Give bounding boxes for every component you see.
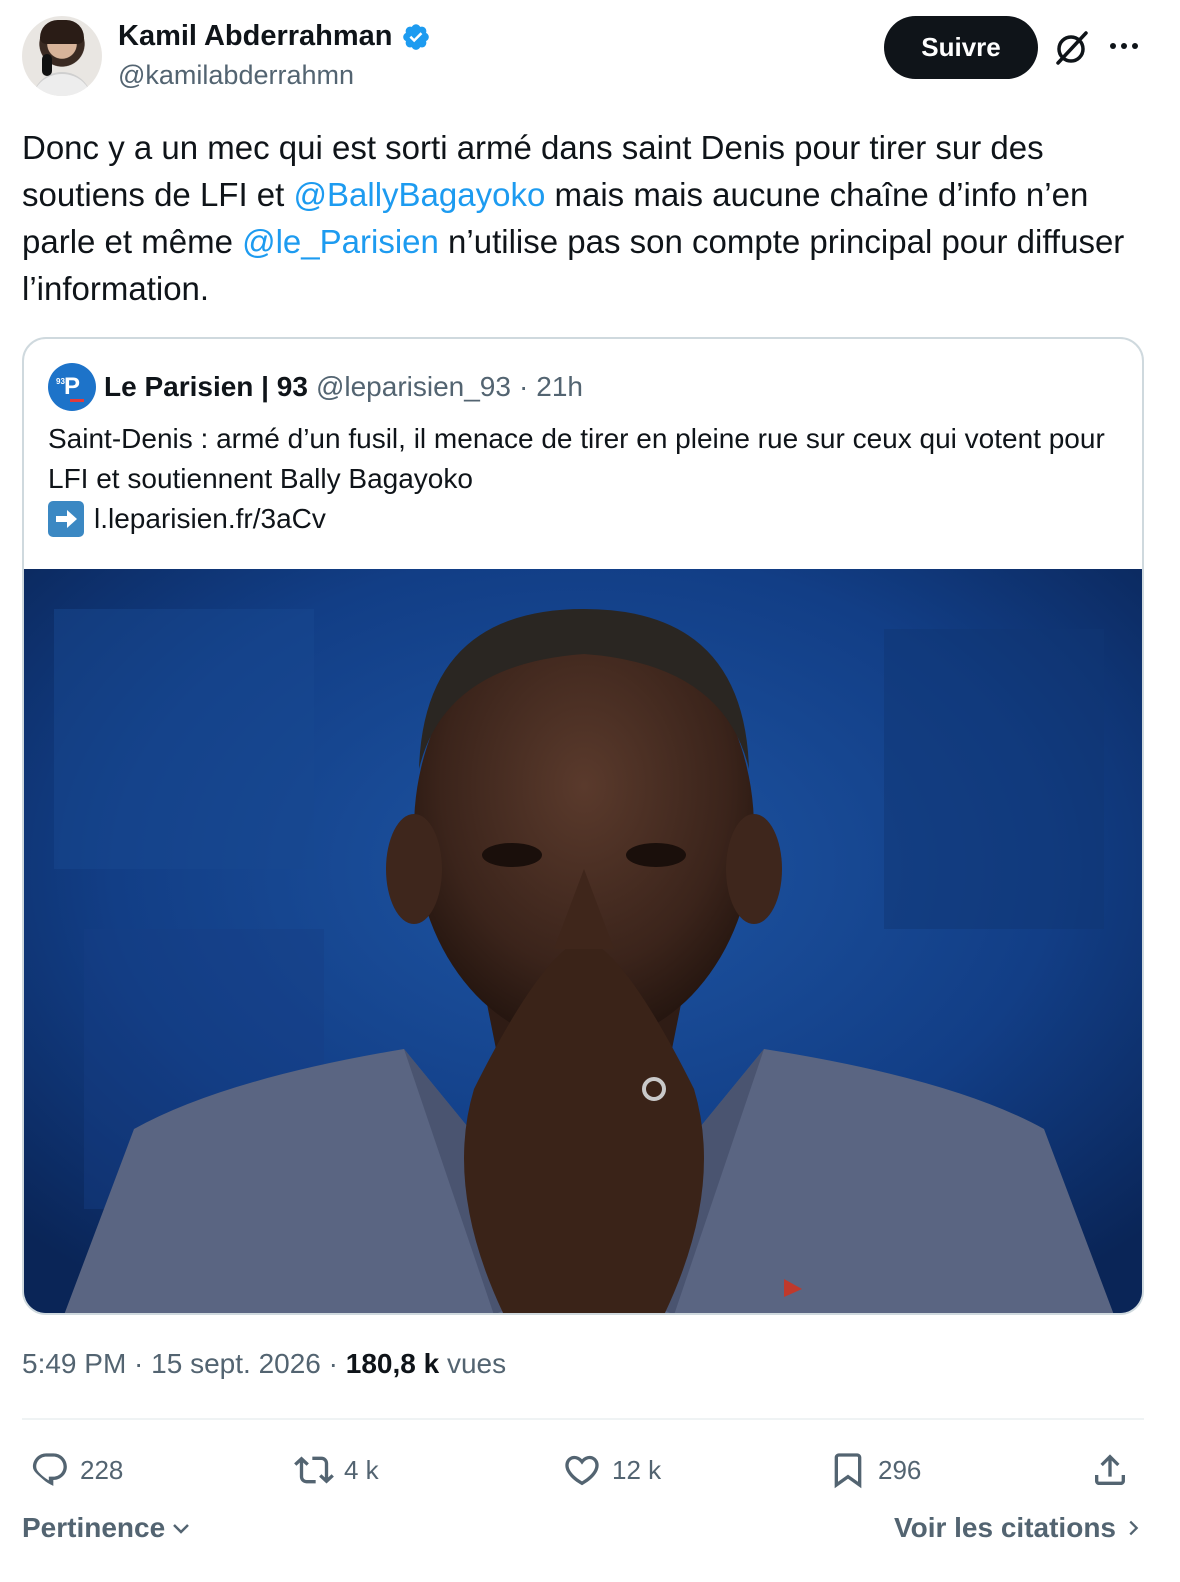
quoted-tweet-text: Saint-Denis : armé d’un fusil, il menace… <box>48 419 1108 539</box>
views-count: 180,8 k <box>345 1348 440 1379</box>
quoted-tweet-time[interactable]: 21h <box>536 371 583 403</box>
verified-badge-icon <box>401 22 431 52</box>
divider <box>22 1418 1144 1420</box>
sort-dropdown[interactable]: Pertinence <box>22 1512 193 1544</box>
bookmark-count: 296 <box>878 1454 922 1485</box>
separator-dot: · <box>126 1348 152 1379</box>
mention-link[interactable]: @le_Parisien <box>242 223 439 260</box>
reply-button[interactable]: 228 <box>30 1444 123 1496</box>
chevron-right-icon <box>1129 1520 1139 1536</box>
bookmark-button[interactable]: 296 <box>828 1444 921 1496</box>
reply-count: 228 <box>80 1454 124 1485</box>
grok-icon[interactable] <box>1052 28 1092 68</box>
share-icon <box>1095 1454 1125 1485</box>
view-quotes-label: Voir les citations <box>894 1512 1116 1543</box>
quoted-tweet-header: 93 P Le Parisien | 93 @leparisien_93 · 2… <box>48 363 583 411</box>
quoted-tweet-image[interactable] <box>24 569 1142 1313</box>
like-count: 12 k <box>612 1454 662 1485</box>
repost-count: 4 k <box>344 1454 379 1485</box>
heart-icon <box>565 1455 599 1486</box>
author-avatar[interactable] <box>22 16 102 96</box>
like-button[interactable]: 12 k <box>562 1444 661 1496</box>
views-label: vues <box>439 1348 507 1379</box>
avatar-small-text: 93 <box>56 377 65 386</box>
quoted-author-name[interactable]: Le Parisien | 93 <box>104 371 308 403</box>
repost-button[interactable]: 4 k <box>294 1444 379 1496</box>
right-arrow-icon <box>48 501 84 537</box>
tweet-time[interactable]: 5:49 PM <box>22 1348 126 1379</box>
bookmark-icon <box>834 1453 862 1489</box>
chevron-down-icon <box>173 1524 190 1534</box>
share-button[interactable] <box>1090 1444 1130 1496</box>
tweet-text: Donc y a un mec qui est sorti armé dans … <box>22 124 1152 312</box>
quoted-link[interactable]: l.leparisien.fr/3aCv <box>94 499 326 539</box>
mention-link[interactable]: @BallyBagayoko <box>294 176 546 213</box>
author-handle[interactable]: @kamilabderrahmn <box>118 60 354 91</box>
repost-icon <box>294 1456 334 1484</box>
author-name-row: Kamil Abderrahman <box>118 20 431 53</box>
follow-button[interactable]: Suivre <box>884 16 1038 79</box>
tweet-actions: 228 4 k 12 k 296 <box>22 1444 1144 1496</box>
portrait-photo <box>24 569 1142 1313</box>
separator-dot: · <box>320 1348 346 1379</box>
sort-label: Pertinence <box>22 1512 166 1543</box>
quoted-tweet-body: Saint-Denis : armé d’un fusil, il menace… <box>48 423 1105 494</box>
tweet-header: Kamil Abderrahman @kamilabderrahmn Suivr… <box>22 16 1158 96</box>
quoted-tweet-card[interactable]: 93 P Le Parisien | 93 @leparisien_93 · 2… <box>22 337 1144 1315</box>
quoted-link-row: l.leparisien.fr/3aCv <box>48 499 1108 539</box>
more-options-icon[interactable] <box>1110 38 1142 54</box>
tweet-date[interactable]: 15 sept. 2026 <box>151 1348 321 1379</box>
quoted-author-avatar[interactable]: 93 P <box>48 363 96 411</box>
avatar-letter: P <box>63 373 80 400</box>
separator-dot: · <box>518 371 529 402</box>
author-display-name[interactable]: Kamil Abderrahman <box>118 20 393 53</box>
tweet-meta: 5:49 PM · 15 sept. 2026 · 180,8 k vues <box>22 1348 506 1380</box>
reply-icon <box>32 1453 67 1486</box>
quoted-author-handle[interactable]: @leparisien_93 <box>316 371 511 403</box>
view-quotes-link[interactable]: Voir les citations <box>894 1512 1144 1544</box>
